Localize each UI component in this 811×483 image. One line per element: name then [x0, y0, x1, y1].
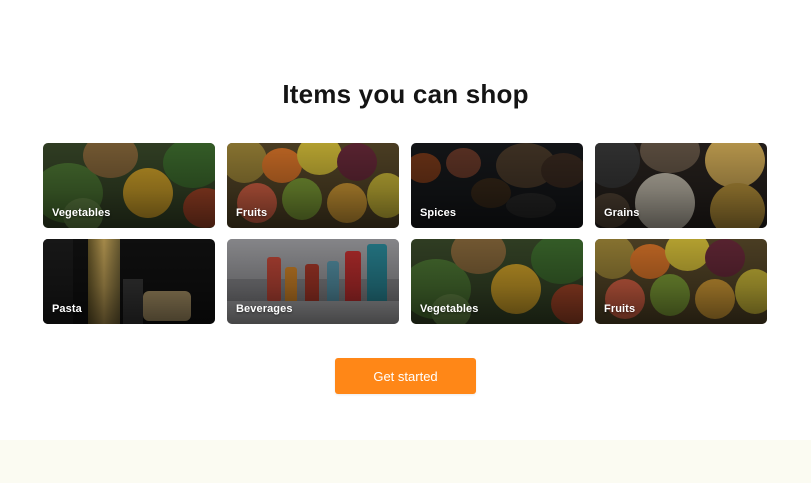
category-tile-fruits[interactable]: Fruits [227, 143, 399, 228]
category-label: Pasta [52, 303, 82, 315]
category-tile-pasta[interactable]: Pasta [43, 239, 215, 324]
category-tile-vegetables-2[interactable]: Vegetables [411, 239, 583, 324]
category-tile-vegetables[interactable]: Vegetables [43, 143, 215, 228]
category-tile-beverages[interactable]: Beverages [227, 239, 399, 324]
category-label: Vegetables [420, 303, 479, 315]
category-label: Vegetables [52, 207, 111, 219]
section-heading: Items you can shop [282, 79, 529, 109]
category-tile-fruits-2[interactable]: Fruits [595, 239, 767, 324]
category-grid: Vegetables Fruits Spices Grains Pasta Be… [43, 143, 768, 324]
footer-band [0, 440, 811, 483]
get-started-button[interactable]: Get started [335, 358, 476, 394]
category-tile-grains[interactable]: Grains [595, 143, 767, 228]
category-label: Spices [420, 207, 457, 219]
category-label: Fruits [604, 303, 636, 315]
category-label: Beverages [236, 303, 293, 315]
category-label: Fruits [236, 207, 268, 219]
category-tile-spices[interactable]: Spices [411, 143, 583, 228]
shop-categories-section: Items you can shop Vegetables Fruits Spi… [0, 0, 811, 440]
category-label: Grains [604, 207, 640, 219]
